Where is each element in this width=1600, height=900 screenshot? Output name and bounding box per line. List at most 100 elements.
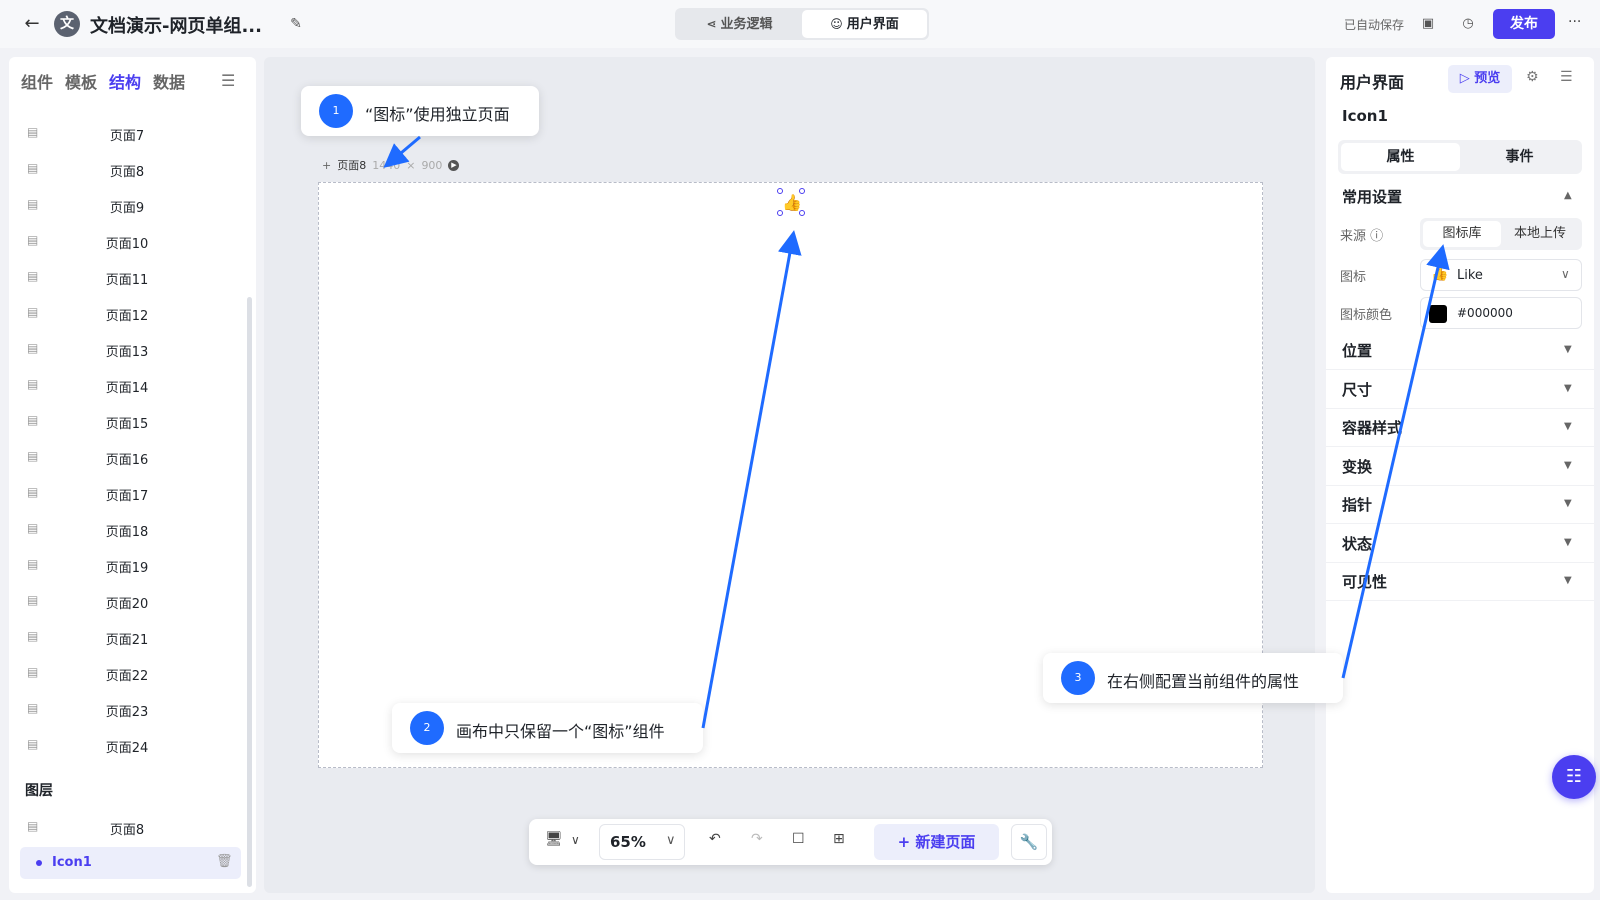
page-item-label: 页面19 bbox=[105, 561, 149, 576]
page-item[interactable]: ▤ 页面22 bbox=[9, 655, 245, 691]
section-divider bbox=[1326, 446, 1594, 447]
more-icon[interactable]: ··· bbox=[1568, 14, 1581, 30]
collapse-panel-icon[interactable]: ☰ bbox=[221, 71, 235, 90]
page-item[interactable]: ▤ 页面15 bbox=[9, 403, 245, 439]
page-item[interactable]: ▤ 页面17 bbox=[9, 475, 245, 511]
page-list: ▤ 页面7 ▤ 页面8 ▤ 页面9 ▤ 页面10 ▤ 页面11 ▤ 页面12 ▤ 页面13 ▤ 页面14 ▤ 页面… bbox=[9, 115, 245, 763]
undo-icon[interactable]: ↶ bbox=[709, 831, 721, 847]
chevron-down-icon[interactable]: ▼ bbox=[1564, 498, 1572, 509]
chevron-down-icon[interactable]: ▼ bbox=[1564, 575, 1572, 586]
page-item[interactable]: ▤ 页面11 bbox=[9, 259, 245, 295]
selection-handle[interactable] bbox=[777, 188, 783, 194]
list-icon[interactable]: ☰ bbox=[1560, 69, 1573, 85]
tab-events[interactable]: 事件 bbox=[1460, 143, 1579, 171]
new-page-button[interactable]: + 新建页面 bbox=[874, 824, 999, 860]
page-item[interactable]: ▤ 页面19 bbox=[9, 547, 245, 583]
section-header[interactable]: 位置 bbox=[1342, 340, 1372, 361]
zoom-select[interactable]: 65% ∨ bbox=[599, 824, 685, 860]
callout-text: “图标”使用独立页面 bbox=[365, 105, 510, 124]
page-item-label: 页面18 bbox=[105, 525, 149, 540]
chevron-down-icon[interactable]: ∨ bbox=[571, 833, 580, 847]
page-item-label: 页面16 bbox=[105, 453, 149, 468]
selection-handle[interactable] bbox=[799, 210, 805, 216]
page-item-label: 页面24 bbox=[105, 741, 149, 756]
section-divider bbox=[1326, 407, 1594, 409]
save-icon[interactable]: ▣ bbox=[1418, 14, 1438, 34]
icon-select-value: Like bbox=[1457, 268, 1483, 283]
icon-select[interactable]: 👍 Like ∨ bbox=[1420, 259, 1582, 291]
page-item[interactable]: ▤ 页面13 bbox=[9, 331, 245, 367]
color-swatch[interactable] bbox=[1429, 305, 1447, 323]
tab-components[interactable]: 组件 bbox=[21, 69, 53, 93]
section-common[interactable]: 常用设置 bbox=[1342, 186, 1402, 207]
section-header[interactable]: 尺寸 bbox=[1342, 379, 1372, 400]
section-header[interactable]: 变换 bbox=[1342, 456, 1372, 477]
callout-2: 2 画布中只保留一个“图标”组件 bbox=[392, 703, 703, 753]
layer-component-label: Icon1 bbox=[52, 855, 92, 870]
page-item[interactable]: ▤ 页面18 bbox=[9, 511, 245, 547]
edit-pencil-icon[interactable]: ✎ bbox=[286, 14, 306, 34]
page-item[interactable]: ▤ 页面12 bbox=[9, 295, 245, 331]
mode-switch: ⋖ 业务逻辑 ☺ 用户界面 bbox=[675, 8, 929, 40]
app-title: 文档演示-网页单组... bbox=[90, 16, 262, 37]
tab-user-interface[interactable]: ☺ 用户界面 bbox=[802, 10, 927, 38]
like-icon: 👍 bbox=[1431, 266, 1449, 282]
chevron-down-icon[interactable]: ▼ bbox=[1564, 537, 1572, 548]
section-header[interactable]: 容器样式 bbox=[1342, 417, 1402, 438]
tab-data[interactable]: 数据 bbox=[153, 69, 185, 93]
app-avatar[interactable]: 文 bbox=[54, 11, 80, 37]
grid-icon[interactable]: ⊞ bbox=[833, 831, 845, 847]
publish-button[interactable]: 发布 bbox=[1493, 9, 1555, 39]
wrench-icon[interactable]: 🔧 bbox=[1011, 824, 1047, 860]
tab-properties[interactable]: 属性 bbox=[1341, 143, 1460, 171]
info-icon[interactable]: ⓘ bbox=[1370, 229, 1383, 244]
section-header[interactable]: 可见性 bbox=[1342, 571, 1387, 592]
tab-business-logic[interactable]: ⋖ 业务逻辑 bbox=[677, 10, 802, 38]
page-item[interactable]: ▤ 页面10 bbox=[9, 223, 245, 259]
selection-handle[interactable] bbox=[799, 188, 805, 194]
history-icon[interactable]: ◷ bbox=[1458, 14, 1478, 34]
layer-component-item[interactable]: Icon1 🗑 bbox=[20, 847, 241, 879]
page-item[interactable]: ▤ 页面24 bbox=[9, 727, 245, 763]
selection-handle[interactable] bbox=[777, 210, 783, 216]
layer-page-item[interactable]: ▤ 页面8 bbox=[9, 809, 245, 845]
tab-label: 业务逻辑 bbox=[720, 17, 773, 32]
chevron-down-icon[interactable]: ▼ bbox=[1564, 344, 1572, 355]
artboard-name: 页面8 bbox=[337, 159, 367, 172]
page-item-label: 页面20 bbox=[105, 597, 149, 612]
icon-color-field[interactable]: #000000 bbox=[1420, 297, 1582, 329]
trash-icon[interactable]: 🗑 bbox=[216, 854, 233, 869]
chevron-up-icon[interactable]: ▲ bbox=[1564, 190, 1572, 201]
play-icon[interactable]: ▶ bbox=[448, 159, 460, 171]
chevron-down-icon[interactable]: ▼ bbox=[1564, 460, 1572, 471]
tab-structure[interactable]: 结构 bbox=[109, 69, 141, 93]
source-icon-library[interactable]: 图标库 bbox=[1423, 221, 1501, 247]
section-header[interactable]: 状态 bbox=[1342, 533, 1372, 554]
tab-templates[interactable]: 模板 bbox=[65, 69, 97, 93]
page-item-label: 页面22 bbox=[105, 669, 149, 684]
redo-icon[interactable]: ↷ bbox=[751, 831, 763, 847]
page-item-label: 页面11 bbox=[105, 273, 149, 288]
page-item[interactable]: ▤ 页面21 bbox=[9, 619, 245, 655]
back-arrow-icon[interactable]: ← bbox=[20, 12, 44, 36]
dimension-separator: × bbox=[406, 158, 416, 172]
scrollbar[interactable] bbox=[247, 297, 252, 887]
artboard-tag[interactable]: + 页面8 1440 × 900 ▶ bbox=[322, 157, 460, 173]
page-item[interactable]: ▤ 页面14 bbox=[9, 367, 245, 403]
chevron-down-icon[interactable]: ▼ bbox=[1564, 383, 1572, 394]
chevron-down-icon[interactable]: ▼ bbox=[1564, 421, 1572, 432]
assistant-icon[interactable]: ☷ bbox=[1552, 755, 1596, 799]
section-header[interactable]: 指针 bbox=[1342, 494, 1372, 515]
page-item[interactable]: ▤ 页面7 bbox=[9, 115, 245, 151]
frame-icon[interactable]: ☐ bbox=[792, 831, 805, 847]
page-item[interactable]: ▤ 页面8 bbox=[9, 151, 245, 187]
page-item[interactable]: ▤ 页面23 bbox=[9, 691, 245, 727]
desktop-icon[interactable]: 🖥 bbox=[545, 831, 563, 847]
page-item[interactable]: ▤ 页面9 bbox=[9, 187, 245, 223]
source-local-upload[interactable]: 本地上传 bbox=[1501, 221, 1579, 247]
gear-icon[interactable]: ⚙ bbox=[1526, 69, 1539, 85]
preview-button[interactable]: ▷ 预览 bbox=[1448, 65, 1512, 93]
artboard-width: 1440 bbox=[372, 158, 401, 172]
page-item[interactable]: ▤ 页面16 bbox=[9, 439, 245, 475]
page-item[interactable]: ▤ 页面20 bbox=[9, 583, 245, 619]
